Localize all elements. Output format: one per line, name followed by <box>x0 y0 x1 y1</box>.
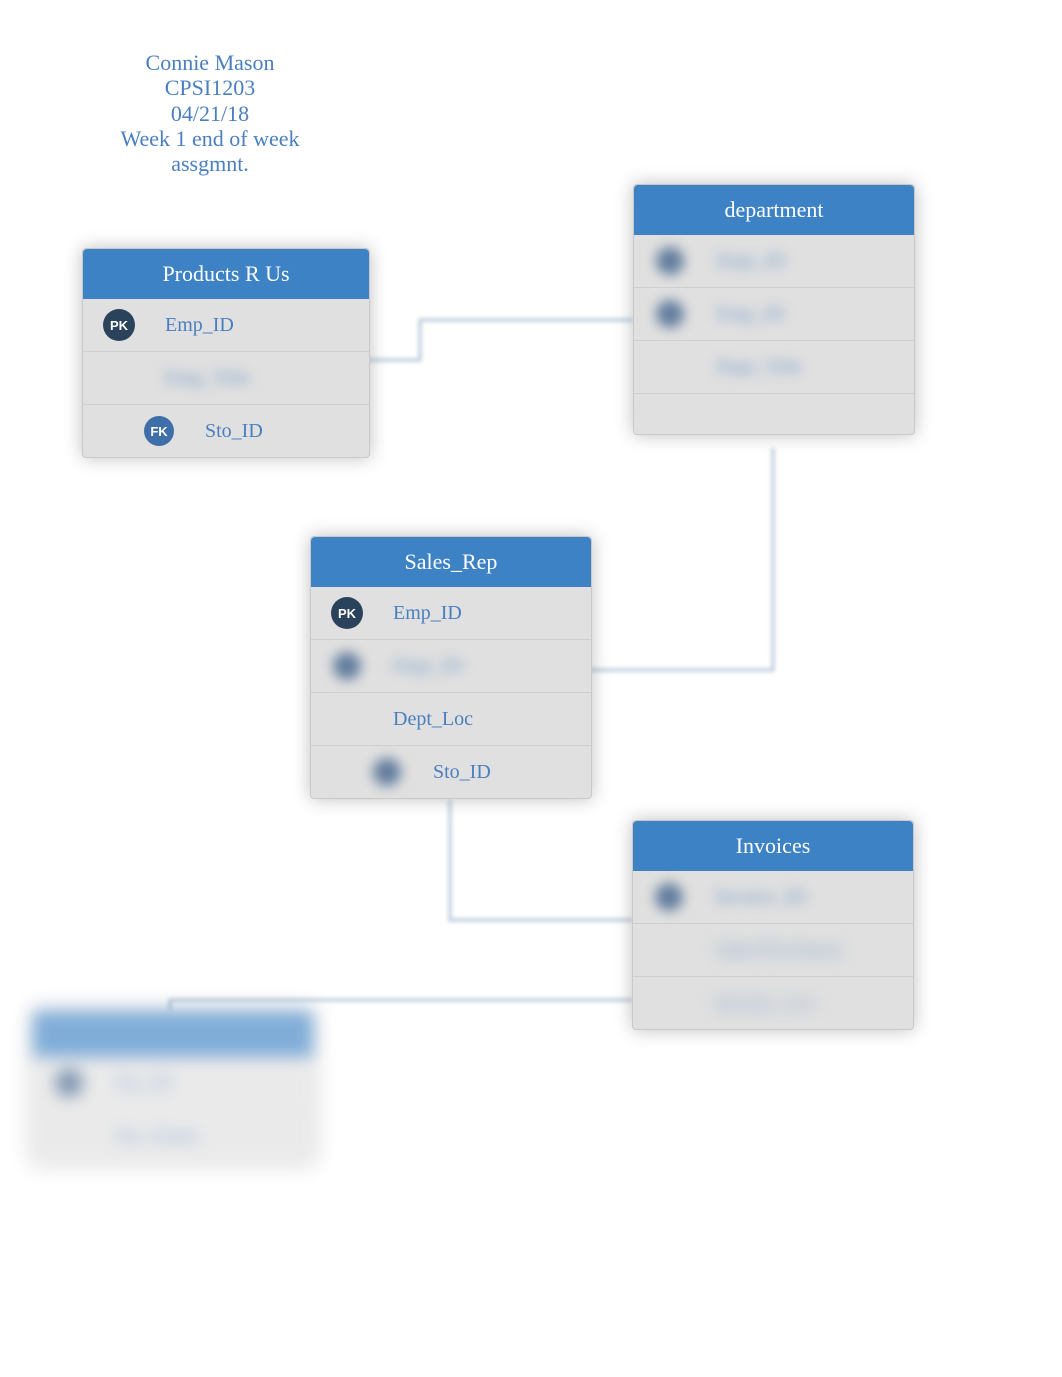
pk-badge: PK <box>331 597 363 629</box>
column-name: Emp_Title <box>155 367 250 390</box>
key-indicator: PK <box>311 597 383 629</box>
entity-row: Dept_Title <box>634 341 914 394</box>
column-name: Emp_ID <box>155 314 234 337</box>
entity-row: FK Sto_ID <box>83 405 369 457</box>
entity-row: Invoice_ID <box>633 871 913 924</box>
key-dot-icon <box>656 300 684 328</box>
entity-row: Emp_ID <box>634 288 914 341</box>
header-line2: CPSI1203 <box>85 75 335 100</box>
entity-row: Emp_Title <box>83 352 369 405</box>
header-line1: Connie Mason <box>85 50 335 75</box>
entity-row: Sto_Name <box>33 1110 313 1162</box>
column-name: Emp_ID <box>706 303 785 326</box>
key-dot-icon <box>55 1069 83 1097</box>
entity-row: Sto_ID <box>33 1057 313 1110</box>
key-indicator <box>634 300 706 328</box>
key-dot-icon <box>656 247 684 275</box>
entity-row: Invoice_Loc <box>633 977 913 1029</box>
column-name: Dept_ID <box>706 250 786 273</box>
entity-row: Dept_ID <box>634 235 914 288</box>
entity-row: Dept_Loc <box>311 693 591 746</box>
entity-row: Sales/Purchases <box>633 924 913 977</box>
entity-sales-rep: Sales_Rep PK Emp_ID Dept_ID Dept_Loc Sto… <box>310 536 592 799</box>
entity-title: Products R Us <box>83 249 369 299</box>
entity-row: Sto_ID <box>311 746 591 798</box>
entity-invoices: Invoices Invoice_ID Sales/Purchases Invo… <box>632 820 914 1030</box>
key-indicator <box>311 652 383 680</box>
entity-title: department <box>634 185 914 235</box>
column-name: Dept_ID <box>383 655 463 678</box>
entity-title: Invoices <box>633 821 913 871</box>
assignment-header: Connie Mason CPSI1203 04/21/18 Week 1 en… <box>85 50 335 176</box>
column-name: Sto_Name <box>105 1125 199 1148</box>
entity-row: PK Emp_ID <box>311 587 591 640</box>
column-name: Dept_Loc <box>383 708 473 731</box>
key-dot-icon <box>333 652 361 680</box>
entity-store: Sto_ID Sto_Name <box>32 1010 314 1163</box>
key-dot-icon <box>373 758 401 786</box>
key-indicator: FK <box>123 416 195 446</box>
key-indicator <box>634 247 706 275</box>
column-name: Invoice_Loc <box>705 992 816 1015</box>
column-name: Sto_ID <box>195 420 263 443</box>
column-name: Dept_Title <box>706 356 802 379</box>
column-name: Invoice_ID <box>705 886 806 909</box>
entity-title <box>33 1011 313 1057</box>
key-indicator <box>33 1069 105 1097</box>
pk-badge: PK <box>103 309 135 341</box>
column-name: Emp_ID <box>383 602 462 625</box>
entity-row: PK Emp_ID <box>83 299 369 352</box>
entity-row: Dept_ID <box>311 640 591 693</box>
entity-title: Sales_Rep <box>311 537 591 587</box>
column-name: Sto_ID <box>105 1072 173 1095</box>
column-name: Sales/Purchases <box>705 939 843 962</box>
entity-department: department Dept_ID Emp_ID Dept_Title <box>633 184 915 435</box>
entity-row <box>634 394 914 434</box>
key-indicator <box>351 758 423 786</box>
key-indicator: PK <box>83 309 155 341</box>
column-name: Sto_ID <box>423 761 491 784</box>
key-dot-icon <box>655 883 683 911</box>
fk-badge: FK <box>144 416 174 446</box>
header-line3: 04/21/18 <box>85 101 335 126</box>
entity-products-r-us: Products R Us PK Emp_ID Emp_Title FK Sto… <box>82 248 370 458</box>
key-indicator <box>633 883 705 911</box>
header-line4: Week 1 end of week assgmnt. <box>85 126 335 177</box>
